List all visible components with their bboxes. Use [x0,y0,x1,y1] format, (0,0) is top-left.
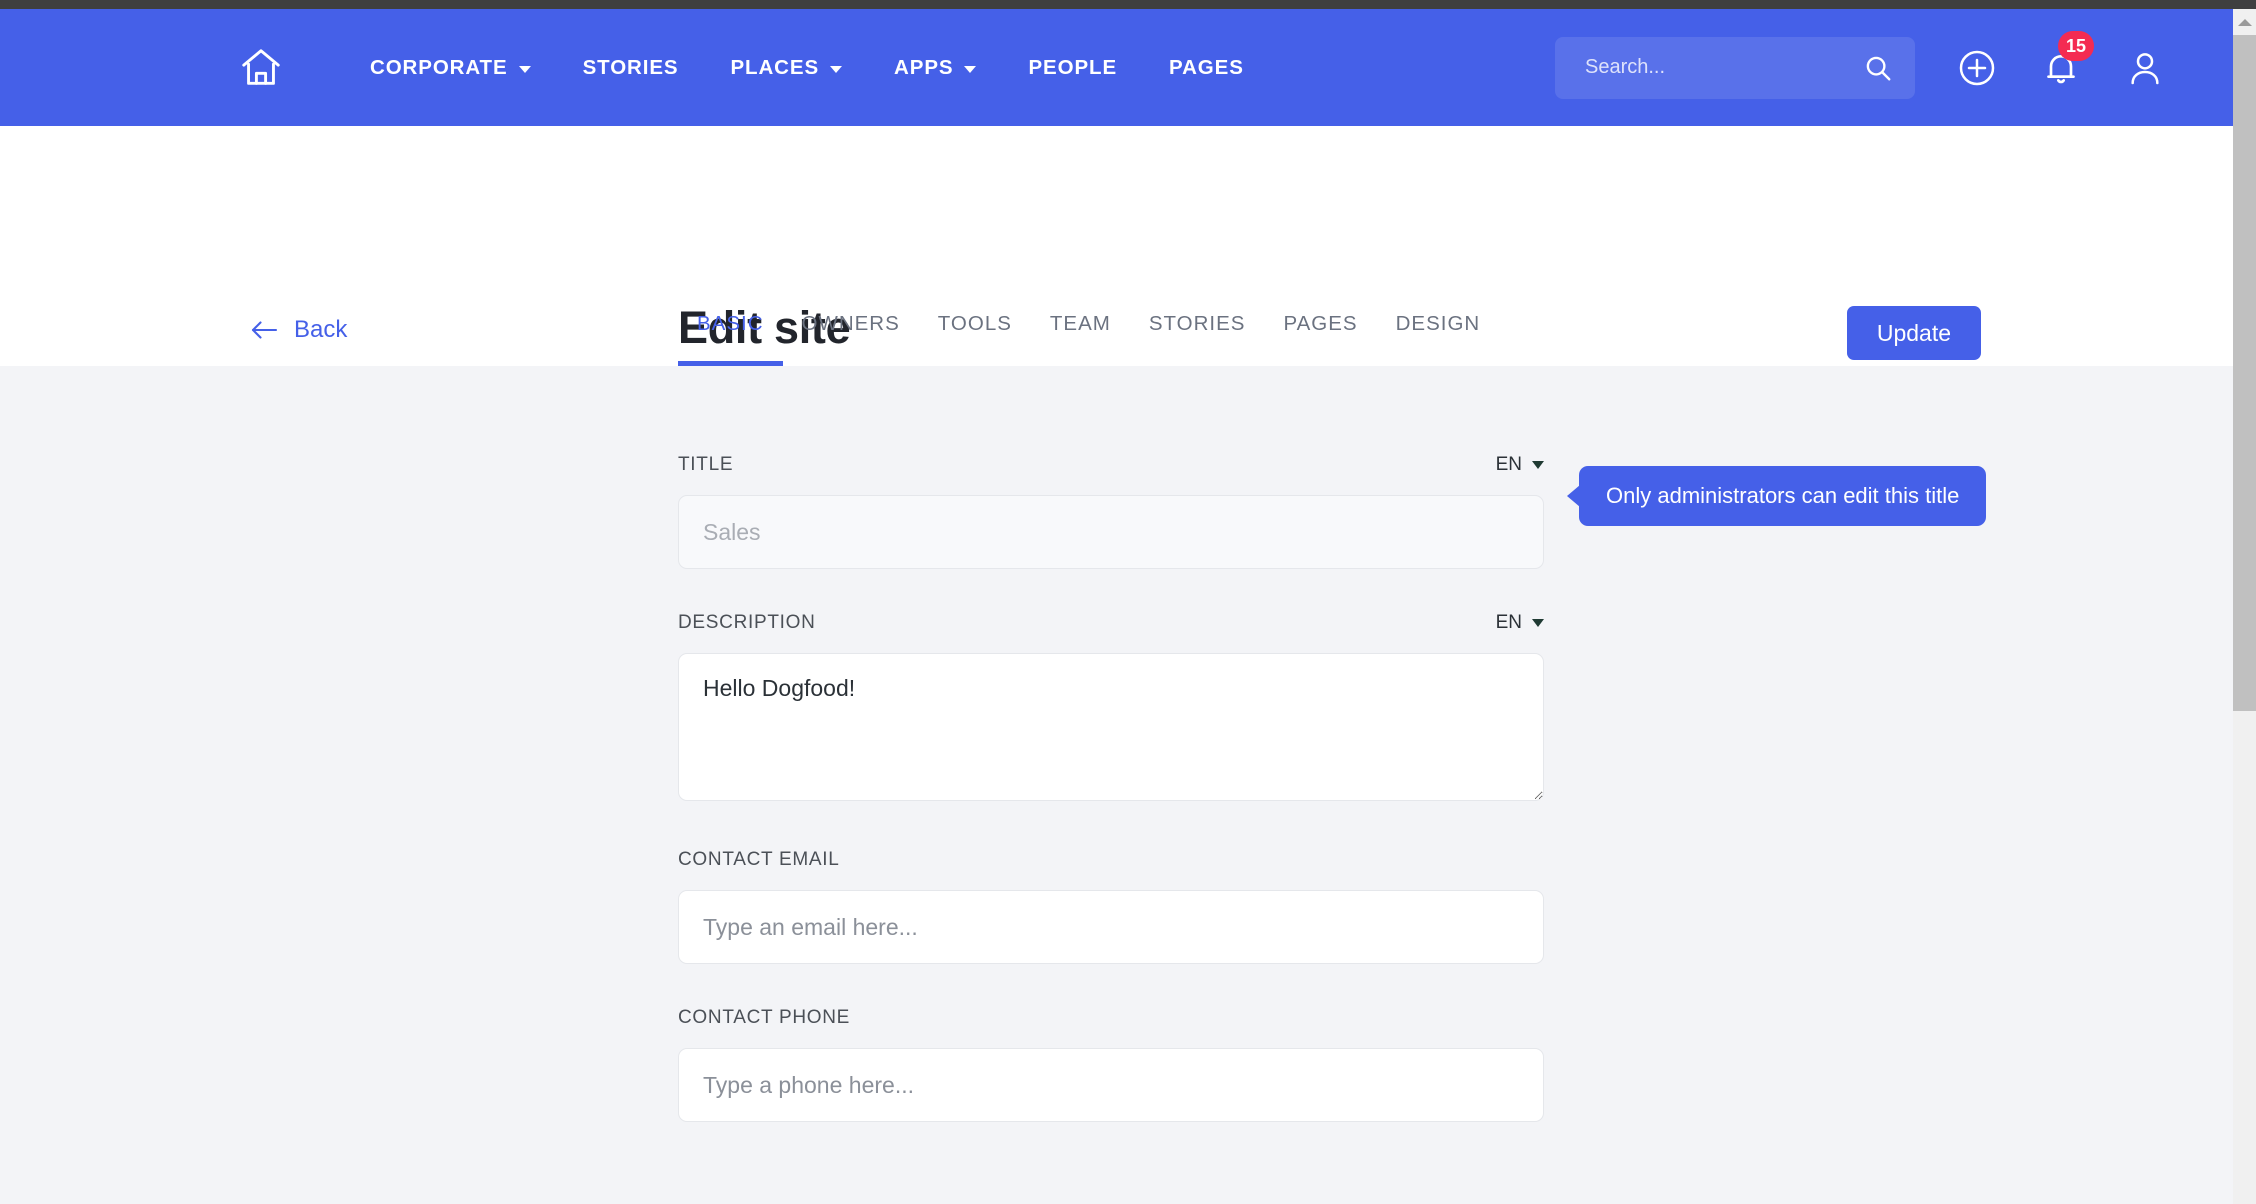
nav-item-label: CORPORATE [370,55,508,79]
account-button[interactable] [2117,40,2173,96]
scrollbar-thumb[interactable] [2233,35,2256,711]
tab-stories[interactable]: STORIES [1130,312,1265,366]
page-scrollbar[interactable] [2233,9,2256,1204]
chevron-down-icon [518,66,531,73]
arrow-left-icon [250,319,278,341]
page-header: Back Edit site Update BASIC OWNERS TOOLS… [0,126,2233,366]
nav-item-stories[interactable]: STORIES [557,56,705,80]
back-button[interactable]: Back [250,316,347,344]
contact-phone-input[interactable] [678,1048,1544,1122]
tab-label: BASIC [697,312,764,335]
back-label: Back [294,316,348,343]
search-box[interactable]: Search... [1555,36,1915,99]
primary-nav: CORPORATE STORIES PLACES APPS PEOPLE PAG… [238,45,1270,91]
notification-badge: 15 [2057,30,2094,61]
field-title: TITLE EN Only administrators can edit th… [678,454,1987,569]
chevron-up-icon [2237,18,2252,26]
tab-label: DESIGN [1395,312,1481,335]
tab-tools[interactable]: TOOLS [919,312,1031,366]
page-viewport: CORPORATE STORIES PLACES APPS PEOPLE PAG… [0,9,2233,1204]
tab-bar: BASIC OWNERS TOOLS TEAM STORIES PAGES DE… [678,256,1499,366]
tab-basic[interactable]: BASIC [678,312,783,366]
search-icon[interactable] [1863,53,1893,83]
top-navigation-bar: CORPORATE STORIES PLACES APPS PEOPLE PAG… [0,9,2233,126]
field-label: TITLE [678,454,734,475]
field-label: DESCRIPTION [678,612,816,633]
field-header: DESCRIPTION EN [678,612,1544,634]
tab-pages[interactable]: PAGES [1264,312,1376,366]
nav-actions: Search... 15 [1555,9,2233,126]
nav-item-people[interactable]: PEOPLE [1002,56,1143,80]
scroll-up-button[interactable] [2233,9,2256,35]
app-root: CORPORATE STORIES PLACES APPS PEOPLE PAG… [0,0,2256,1204]
nav-item-label: STORIES [582,55,679,79]
tab-design[interactable]: DESIGN [1377,312,1500,366]
tab-label: TEAM [1049,312,1111,335]
field-contact-email: CONTACT EMAIL [678,849,1544,964]
edit-site-form: TITLE EN Only administrators can edit th… [0,366,2233,1204]
tab-label: TOOLS [937,312,1012,335]
browser-chrome-strip [0,0,2256,9]
nav-item-label: PEOPLE [1028,55,1118,79]
tab-label: OWNERS [801,312,900,335]
chevron-down-icon [1532,461,1544,469]
field-label: CONTACT PHONE [678,1007,851,1028]
search-input[interactable]: Search... [1585,56,1863,79]
chevron-down-icon [1532,619,1544,627]
nav-item-label: PAGES [1169,55,1244,79]
tab-owners[interactable]: OWNERS [783,312,919,366]
field-contact-phone: CONTACT PHONE [678,1007,1544,1122]
nav-item-pages[interactable]: PAGES [1143,56,1270,80]
tab-label: STORIES [1148,312,1246,335]
home-icon[interactable] [238,45,284,91]
tab-label: PAGES [1283,312,1358,335]
title-tooltip: Only administrators can edit this title [1579,466,1987,526]
nav-item-corporate[interactable]: CORPORATE [344,56,557,80]
field-header: CONTACT PHONE [678,1007,1544,1029]
update-button[interactable]: Update [1846,306,1981,360]
language-value: EN [1495,612,1522,633]
title-input [678,495,1544,569]
language-selector-description[interactable]: EN [1496,612,1544,634]
chevron-down-icon [830,66,843,73]
contact-email-input[interactable] [678,890,1544,964]
nav-item-apps[interactable]: APPS [868,56,1002,80]
nav-item-places[interactable]: PLACES [704,56,868,80]
notifications-button[interactable]: 15 [2033,30,2094,96]
language-value: EN [1495,454,1522,475]
language-selector-title[interactable]: EN [1496,454,1544,476]
nav-item-label: PLACES [730,55,820,79]
add-button[interactable] [1949,40,2005,96]
chevron-down-icon [964,66,977,73]
field-header: TITLE EN [678,454,1544,476]
field-label: CONTACT EMAIL [678,849,840,870]
description-textarea[interactable] [678,653,1544,801]
tab-team[interactable]: TEAM [1031,312,1130,366]
field-description: DESCRIPTION EN [678,612,1544,806]
nav-item-label: APPS [894,55,954,79]
field-header: CONTACT EMAIL [678,849,1544,871]
